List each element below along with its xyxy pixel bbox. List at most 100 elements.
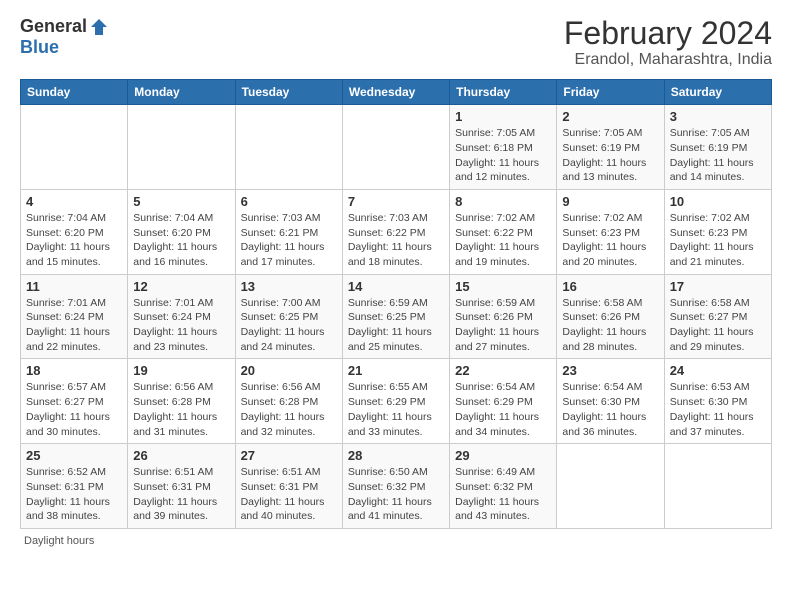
cell-0-0	[21, 105, 128, 190]
day-info: Sunrise: 6:59 AMSunset: 6:25 PMDaylight:…	[348, 297, 432, 353]
day-info: Sunrise: 6:56 AMSunset: 6:28 PMDaylight:…	[241, 381, 325, 437]
header-sunday: Sunday	[21, 80, 128, 105]
day-info: Sunrise: 6:56 AMSunset: 6:28 PMDaylight:…	[133, 381, 217, 437]
cell-1-5: 9 Sunrise: 7:02 AMSunset: 6:23 PMDayligh…	[557, 189, 664, 274]
cell-0-2	[235, 105, 342, 190]
header-friday: Friday	[557, 80, 664, 105]
cell-4-2: 27 Sunrise: 6:51 AMSunset: 6:31 PMDaylig…	[235, 444, 342, 529]
day-info: Sunrise: 6:52 AMSunset: 6:31 PMDaylight:…	[26, 466, 110, 522]
day-number: 23	[562, 363, 658, 378]
day-info: Sunrise: 6:51 AMSunset: 6:31 PMDaylight:…	[133, 466, 217, 522]
cell-1-4: 8 Sunrise: 7:02 AMSunset: 6:22 PMDayligh…	[450, 189, 557, 274]
day-number: 9	[562, 194, 658, 209]
cell-0-4: 1 Sunrise: 7:05 AMSunset: 6:18 PMDayligh…	[450, 105, 557, 190]
day-number: 25	[26, 448, 122, 463]
main-title: February 2024	[564, 16, 772, 51]
day-number: 8	[455, 194, 551, 209]
subtitle: Erandol, Maharashtra, India	[564, 51, 772, 69]
day-number: 18	[26, 363, 122, 378]
header-row: Sunday Monday Tuesday Wednesday Thursday…	[21, 80, 772, 105]
cell-1-0: 4 Sunrise: 7:04 AMSunset: 6:20 PMDayligh…	[21, 189, 128, 274]
day-info: Sunrise: 7:03 AMSunset: 6:21 PMDaylight:…	[241, 212, 325, 268]
day-number: 27	[241, 448, 337, 463]
cell-4-0: 25 Sunrise: 6:52 AMSunset: 6:31 PMDaylig…	[21, 444, 128, 529]
day-number: 2	[562, 109, 658, 124]
header-thursday: Thursday	[450, 80, 557, 105]
cell-3-2: 20 Sunrise: 6:56 AMSunset: 6:28 PMDaylig…	[235, 359, 342, 444]
day-info: Sunrise: 6:54 AMSunset: 6:29 PMDaylight:…	[455, 381, 539, 437]
day-info: Sunrise: 7:03 AMSunset: 6:22 PMDaylight:…	[348, 212, 432, 268]
day-info: Sunrise: 6:51 AMSunset: 6:31 PMDaylight:…	[241, 466, 325, 522]
day-info: Sunrise: 6:55 AMSunset: 6:29 PMDaylight:…	[348, 381, 432, 437]
day-info: Sunrise: 6:53 AMSunset: 6:30 PMDaylight:…	[670, 381, 754, 437]
day-number: 7	[348, 194, 444, 209]
cell-4-1: 26 Sunrise: 6:51 AMSunset: 6:31 PMDaylig…	[128, 444, 235, 529]
cell-4-3: 28 Sunrise: 6:50 AMSunset: 6:32 PMDaylig…	[342, 444, 449, 529]
day-number: 11	[26, 279, 122, 294]
day-info: Sunrise: 7:04 AMSunset: 6:20 PMDaylight:…	[26, 212, 110, 268]
day-info: Sunrise: 7:02 AMSunset: 6:23 PMDaylight:…	[562, 212, 646, 268]
cell-2-5: 16 Sunrise: 6:58 AMSunset: 6:26 PMDaylig…	[557, 274, 664, 359]
cell-3-5: 23 Sunrise: 6:54 AMSunset: 6:30 PMDaylig…	[557, 359, 664, 444]
day-info: Sunrise: 7:05 AMSunset: 6:19 PMDaylight:…	[670, 127, 754, 183]
day-number: 12	[133, 279, 229, 294]
header-tuesday: Tuesday	[235, 80, 342, 105]
cell-2-1: 12 Sunrise: 7:01 AMSunset: 6:24 PMDaylig…	[128, 274, 235, 359]
day-number: 21	[348, 363, 444, 378]
logo-icon	[89, 17, 109, 37]
day-info: Sunrise: 7:02 AMSunset: 6:23 PMDaylight:…	[670, 212, 754, 268]
day-info: Sunrise: 7:05 AMSunset: 6:18 PMDaylight:…	[455, 127, 539, 183]
day-number: 3	[670, 109, 766, 124]
day-number: 28	[348, 448, 444, 463]
day-number: 19	[133, 363, 229, 378]
day-info: Sunrise: 7:01 AMSunset: 6:24 PMDaylight:…	[26, 297, 110, 353]
logo-general-text: General	[20, 16, 87, 37]
day-number: 15	[455, 279, 551, 294]
day-number: 6	[241, 194, 337, 209]
day-number: 1	[455, 109, 551, 124]
day-info: Sunrise: 6:59 AMSunset: 6:26 PMDaylight:…	[455, 297, 539, 353]
week-row-2: 11 Sunrise: 7:01 AMSunset: 6:24 PMDaylig…	[21, 274, 772, 359]
cell-2-0: 11 Sunrise: 7:01 AMSunset: 6:24 PMDaylig…	[21, 274, 128, 359]
cell-4-5	[557, 444, 664, 529]
day-number: 14	[348, 279, 444, 294]
day-number: 22	[455, 363, 551, 378]
cell-1-1: 5 Sunrise: 7:04 AMSunset: 6:20 PMDayligh…	[128, 189, 235, 274]
day-info: Sunrise: 6:49 AMSunset: 6:32 PMDaylight:…	[455, 466, 539, 522]
header-monday: Monday	[128, 80, 235, 105]
cell-0-3	[342, 105, 449, 190]
title-area: February 2024 Erandol, Maharashtra, Indi…	[564, 16, 772, 69]
week-row-3: 18 Sunrise: 6:57 AMSunset: 6:27 PMDaylig…	[21, 359, 772, 444]
day-number: 16	[562, 279, 658, 294]
footer-text: Daylight hours	[24, 535, 94, 547]
day-number: 20	[241, 363, 337, 378]
cell-1-6: 10 Sunrise: 7:02 AMSunset: 6:23 PMDaylig…	[664, 189, 771, 274]
cell-3-0: 18 Sunrise: 6:57 AMSunset: 6:27 PMDaylig…	[21, 359, 128, 444]
day-number: 24	[670, 363, 766, 378]
day-info: Sunrise: 6:58 AMSunset: 6:26 PMDaylight:…	[562, 297, 646, 353]
cell-2-3: 14 Sunrise: 6:59 AMSunset: 6:25 PMDaylig…	[342, 274, 449, 359]
cell-1-2: 6 Sunrise: 7:03 AMSunset: 6:21 PMDayligh…	[235, 189, 342, 274]
day-number: 5	[133, 194, 229, 209]
day-info: Sunrise: 6:54 AMSunset: 6:30 PMDaylight:…	[562, 381, 646, 437]
week-row-4: 25 Sunrise: 6:52 AMSunset: 6:31 PMDaylig…	[21, 444, 772, 529]
day-info: Sunrise: 7:01 AMSunset: 6:24 PMDaylight:…	[133, 297, 217, 353]
day-info: Sunrise: 6:57 AMSunset: 6:27 PMDaylight:…	[26, 381, 110, 437]
day-number: 10	[670, 194, 766, 209]
calendar-body: 1 Sunrise: 7:05 AMSunset: 6:18 PMDayligh…	[21, 105, 772, 529]
cell-4-4: 29 Sunrise: 6:49 AMSunset: 6:32 PMDaylig…	[450, 444, 557, 529]
day-number: 29	[455, 448, 551, 463]
day-number: 17	[670, 279, 766, 294]
cell-2-2: 13 Sunrise: 7:00 AMSunset: 6:25 PMDaylig…	[235, 274, 342, 359]
logo: General Blue	[20, 16, 109, 58]
week-row-0: 1 Sunrise: 7:05 AMSunset: 6:18 PMDayligh…	[21, 105, 772, 190]
cell-3-4: 22 Sunrise: 6:54 AMSunset: 6:29 PMDaylig…	[450, 359, 557, 444]
calendar-table: Sunday Monday Tuesday Wednesday Thursday…	[20, 79, 772, 529]
calendar-header: Sunday Monday Tuesday Wednesday Thursday…	[21, 80, 772, 105]
day-info: Sunrise: 7:05 AMSunset: 6:19 PMDaylight:…	[562, 127, 646, 183]
day-number: 13	[241, 279, 337, 294]
cell-1-3: 7 Sunrise: 7:03 AMSunset: 6:22 PMDayligh…	[342, 189, 449, 274]
logo-blue-text: Blue	[20, 37, 59, 58]
footer: Daylight hours	[20, 535, 772, 547]
cell-0-1	[128, 105, 235, 190]
